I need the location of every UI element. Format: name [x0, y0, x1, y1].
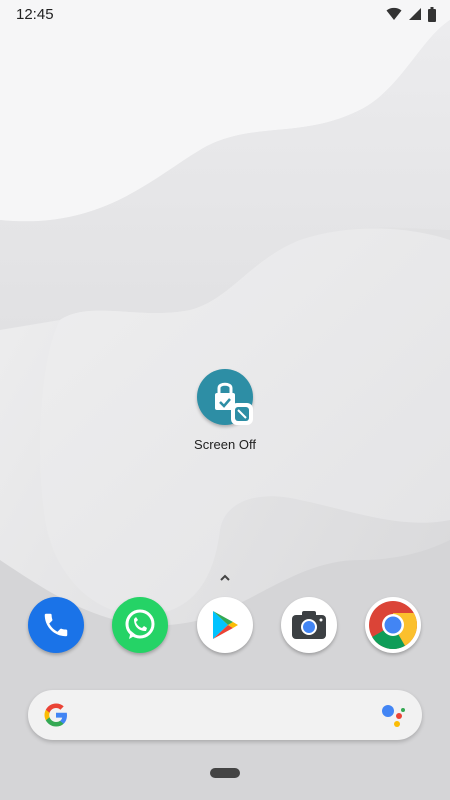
- google-g-icon: [44, 703, 67, 727]
- chevron-up-icon[interactable]: [215, 570, 235, 586]
- camera-icon[interactable]: [281, 597, 337, 653]
- app-screen-off[interactable]: Screen Off: [180, 369, 270, 452]
- chrome-icon[interactable]: [365, 597, 421, 653]
- app-label: Screen Off: [194, 437, 256, 452]
- home-gesture-handle[interactable]: [210, 768, 240, 778]
- status-icons: [386, 6, 436, 22]
- whatsapp-icon[interactable]: [112, 597, 168, 653]
- screen-off-lock-icon: [197, 369, 253, 425]
- status-bar: 12:45: [0, 0, 450, 28]
- google-search-bar[interactable]: [28, 690, 422, 740]
- google-assistant-icon[interactable]: [380, 702, 406, 728]
- cellular-signal-icon: [409, 8, 421, 20]
- status-time: 12:45: [16, 6, 54, 23]
- phone-icon[interactable]: [28, 597, 84, 653]
- battery-icon: [428, 6, 436, 22]
- play-store-icon[interactable]: [197, 597, 253, 653]
- wifi-icon: [386, 7, 402, 20]
